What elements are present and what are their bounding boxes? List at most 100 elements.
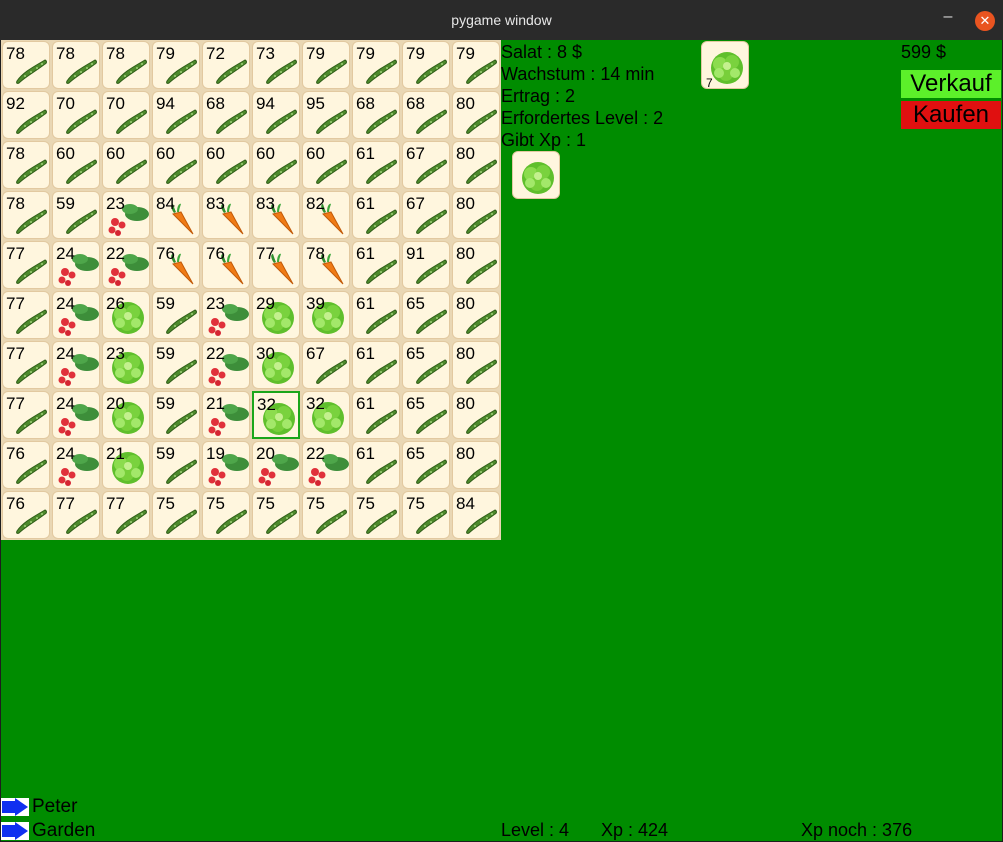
field-cell[interactable]: 67 bbox=[402, 141, 450, 189]
field-cell[interactable]: 80 bbox=[452, 241, 500, 289]
field-cell[interactable]: 94 bbox=[252, 91, 300, 139]
field-cell[interactable]: 79 bbox=[302, 41, 350, 89]
field-cell[interactable]: 65 bbox=[402, 291, 450, 339]
field-cell[interactable]: 75 bbox=[302, 491, 350, 539]
field-cell[interactable]: 32 bbox=[302, 391, 350, 439]
field-cell[interactable]: 20 bbox=[252, 441, 300, 489]
field-cell[interactable]: 24 bbox=[52, 341, 100, 389]
field-cell[interactable]: 83 bbox=[252, 191, 300, 239]
field-cell[interactable]: 22 bbox=[302, 441, 350, 489]
field-cell[interactable]: 60 bbox=[202, 141, 250, 189]
field-cell[interactable]: 80 bbox=[452, 341, 500, 389]
field-cell[interactable]: 24 bbox=[52, 391, 100, 439]
field-cell[interactable]: 60 bbox=[302, 141, 350, 189]
field-cell[interactable]: 79 bbox=[402, 41, 450, 89]
inventory-slot[interactable]: 7 bbox=[701, 41, 749, 89]
field-cell[interactable]: 23 bbox=[202, 291, 250, 339]
field-cell[interactable]: 59 bbox=[152, 441, 200, 489]
field-cell[interactable]: 83 bbox=[202, 191, 250, 239]
field-cell[interactable]: 59 bbox=[152, 291, 200, 339]
minimize-button[interactable]: – bbox=[940, 9, 956, 26]
sell-button[interactable]: Verkauf bbox=[901, 70, 1001, 98]
field-cell[interactable]: 61 bbox=[352, 391, 400, 439]
field-cell[interactable]: 23 bbox=[102, 341, 150, 389]
field-cell[interactable]: 84 bbox=[452, 491, 500, 539]
field-cell[interactable]: 78 bbox=[302, 241, 350, 289]
field-cell[interactable]: 79 bbox=[452, 41, 500, 89]
field-cell[interactable]: 68 bbox=[402, 91, 450, 139]
field-cell[interactable]: 59 bbox=[52, 191, 100, 239]
field-cell[interactable]: 67 bbox=[402, 191, 450, 239]
field-cell[interactable]: 79 bbox=[352, 41, 400, 89]
field-cell[interactable]: 73 bbox=[252, 41, 300, 89]
field-cell[interactable]: 22 bbox=[202, 341, 250, 389]
field-cell[interactable]: 82 bbox=[302, 191, 350, 239]
field-cell[interactable]: 78 bbox=[102, 41, 150, 89]
field-cell[interactable]: 21 bbox=[202, 391, 250, 439]
field-cell[interactable]: 61 bbox=[352, 441, 400, 489]
field-cell[interactable]: 68 bbox=[352, 91, 400, 139]
buy-button[interactable]: Kaufen bbox=[901, 101, 1001, 129]
field-cell[interactable]: 78 bbox=[2, 191, 50, 239]
field-cell[interactable]: 75 bbox=[202, 491, 250, 539]
field-cell[interactable]: 60 bbox=[152, 141, 200, 189]
field-cell[interactable]: 60 bbox=[102, 141, 150, 189]
field-cell[interactable]: 91 bbox=[402, 241, 450, 289]
field-cell[interactable]: 24 bbox=[52, 241, 100, 289]
field-cell[interactable]: 78 bbox=[2, 141, 50, 189]
close-button[interactable]: ✕ bbox=[975, 11, 995, 31]
field-cell[interactable]: 95 bbox=[302, 91, 350, 139]
field-cell[interactable]: 59 bbox=[152, 391, 200, 439]
field-cell[interactable]: 65 bbox=[402, 441, 450, 489]
selected-seed-tile[interactable] bbox=[512, 151, 560, 199]
field-cell[interactable]: 75 bbox=[152, 491, 200, 539]
field-cell[interactable]: 77 bbox=[2, 241, 50, 289]
field-cell[interactable]: 20 bbox=[102, 391, 150, 439]
field-cell[interactable]: 78 bbox=[52, 41, 100, 89]
field-cell[interactable]: 92 bbox=[2, 91, 50, 139]
field-cell[interactable]: 59 bbox=[152, 341, 200, 389]
field-cell[interactable]: 80 bbox=[452, 91, 500, 139]
field-cell[interactable]: 26 bbox=[102, 291, 150, 339]
field-cell[interactable]: 80 bbox=[452, 391, 500, 439]
field-cell[interactable]: 77 bbox=[2, 391, 50, 439]
field-cell[interactable]: 60 bbox=[252, 141, 300, 189]
field-cell[interactable]: 77 bbox=[252, 241, 300, 289]
field-cell[interactable]: 61 bbox=[352, 341, 400, 389]
field-cell[interactable]: 19 bbox=[202, 441, 250, 489]
field-cell[interactable]: 24 bbox=[52, 441, 100, 489]
field-cell[interactable]: 76 bbox=[152, 241, 200, 289]
field-cell[interactable]: 77 bbox=[52, 491, 100, 539]
field-cell[interactable]: 84 bbox=[152, 191, 200, 239]
field-cell[interactable]: 79 bbox=[152, 41, 200, 89]
field-cell[interactable]: 75 bbox=[402, 491, 450, 539]
field-cell[interactable]: 80 bbox=[452, 441, 500, 489]
field-cell[interactable]: 70 bbox=[102, 91, 150, 139]
field-cell[interactable]: 77 bbox=[102, 491, 150, 539]
field-cell[interactable]: 61 bbox=[352, 191, 400, 239]
field-cell[interactable]: 78 bbox=[2, 41, 50, 89]
field-cell[interactable]: 94 bbox=[152, 91, 200, 139]
field-cell[interactable]: 75 bbox=[252, 491, 300, 539]
field-cell[interactable]: 76 bbox=[2, 441, 50, 489]
field-cell[interactable]: 80 bbox=[452, 191, 500, 239]
field-cell[interactable]: 65 bbox=[402, 391, 450, 439]
field-cell[interactable]: 76 bbox=[202, 241, 250, 289]
field-cell[interactable]: 29 bbox=[252, 291, 300, 339]
field-cell[interactable]: 77 bbox=[2, 341, 50, 389]
field-cell[interactable]: 76 bbox=[2, 491, 50, 539]
field-cell[interactable]: 80 bbox=[452, 291, 500, 339]
field-cell[interactable]: 60 bbox=[52, 141, 100, 189]
field-cell[interactable]: 72 bbox=[202, 41, 250, 89]
field-cell[interactable]: 21 bbox=[102, 441, 150, 489]
field-cell[interactable]: 68 bbox=[202, 91, 250, 139]
field-cell[interactable]: 65 bbox=[402, 341, 450, 389]
field-cell[interactable]: 61 bbox=[352, 241, 400, 289]
field-cell[interactable]: 75 bbox=[352, 491, 400, 539]
field-cell[interactable]: 23 bbox=[102, 191, 150, 239]
field-cell[interactable]: 61 bbox=[352, 141, 400, 189]
field-cell[interactable]: 77 bbox=[2, 291, 50, 339]
field-cell[interactable]: 39 bbox=[302, 291, 350, 339]
field-cell[interactable]: 67 bbox=[302, 341, 350, 389]
field-cell[interactable]: 24 bbox=[52, 291, 100, 339]
